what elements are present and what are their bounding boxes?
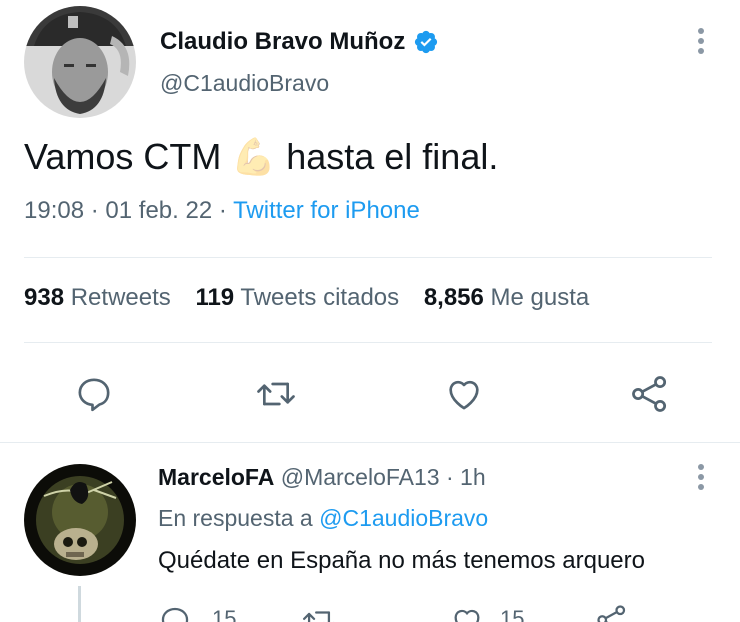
tweet-text-part: hasta el final. bbox=[286, 136, 499, 177]
replying-to-handle[interactable]: @C1audioBravo bbox=[319, 505, 488, 531]
reply-reply-count: 15 bbox=[212, 606, 237, 622]
reply-retweet-icon[interactable] bbox=[300, 604, 338, 622]
quotes-label: Tweets citados bbox=[240, 284, 400, 311]
meta-separator: · bbox=[218, 197, 227, 224]
author-name[interactable]: Claudio Bravo Muñoz bbox=[160, 28, 405, 56]
more-options-icon[interactable] bbox=[692, 26, 710, 56]
reply-author-name[interactable]: MarceloFA bbox=[158, 464, 274, 490]
reply-like-icon[interactable] bbox=[450, 604, 484, 622]
reply-text: Quédate en España no más tenemos arquero bbox=[158, 547, 645, 574]
meta-separator: · bbox=[445, 464, 454, 490]
divider bbox=[24, 342, 712, 343]
likes-label: Me gusta bbox=[490, 284, 590, 311]
tweet-date: 01 feb. 22 bbox=[105, 197, 213, 224]
tweet-source-link[interactable]: Twitter for iPhone bbox=[233, 197, 420, 224]
retweets-label: Retweets bbox=[70, 284, 171, 311]
tweet-time: 19:08 bbox=[24, 197, 85, 224]
like-icon[interactable] bbox=[444, 374, 484, 414]
meta-separator: · bbox=[90, 197, 99, 224]
reply-author-handle[interactable]: @MarceloFA13 bbox=[281, 464, 440, 490]
retweets-stat[interactable]: 938 Retweets bbox=[24, 284, 177, 311]
divider bbox=[24, 257, 712, 258]
reply-header: MarceloFA @MarceloFA13 · 1h bbox=[158, 464, 486, 491]
reply-author-avatar[interactable] bbox=[24, 464, 136, 576]
tweet-meta: 19:08 · 01 feb. 22 · Twitter for iPhone bbox=[24, 197, 420, 225]
verified-badge-icon bbox=[413, 29, 439, 55]
reply-time[interactable]: 1h bbox=[460, 464, 486, 490]
tweet-text: Vamos CTM 💪 hasta el final. bbox=[24, 136, 498, 178]
author-handle[interactable]: @C1audioBravo bbox=[160, 70, 329, 97]
replying-to-prefix: En respuesta a bbox=[158, 505, 313, 531]
tweet-stats: 938 Retweets 119 Tweets citados 8,856 Me… bbox=[24, 284, 589, 312]
reply-icon[interactable] bbox=[74, 374, 114, 414]
reply-more-options-icon[interactable] bbox=[692, 462, 710, 492]
author-avatar[interactable] bbox=[24, 6, 136, 118]
likes-stat[interactable]: 8,856 Me gusta bbox=[424, 284, 589, 311]
retweet-icon[interactable] bbox=[254, 374, 298, 414]
share-icon[interactable] bbox=[628, 372, 672, 416]
reply-like-count: 15 bbox=[500, 606, 525, 622]
likes-count: 8,856 bbox=[423, 284, 484, 311]
reply-action-row: 15 15 bbox=[0, 600, 740, 622]
quotes-stat[interactable]: 119 Tweets citados bbox=[195, 284, 405, 311]
replying-to: En respuesta a @C1audioBravo bbox=[158, 505, 488, 532]
section-divider bbox=[0, 442, 740, 443]
tweet-text-part: Vamos CTM bbox=[24, 136, 222, 177]
quotes-count: 119 bbox=[195, 284, 235, 311]
reply-share-icon[interactable] bbox=[594, 602, 630, 622]
retweets-count: 938 bbox=[24, 284, 65, 311]
reply-reply-icon[interactable] bbox=[158, 604, 192, 622]
flexed-biceps-emoji: 💪 bbox=[231, 136, 277, 177]
